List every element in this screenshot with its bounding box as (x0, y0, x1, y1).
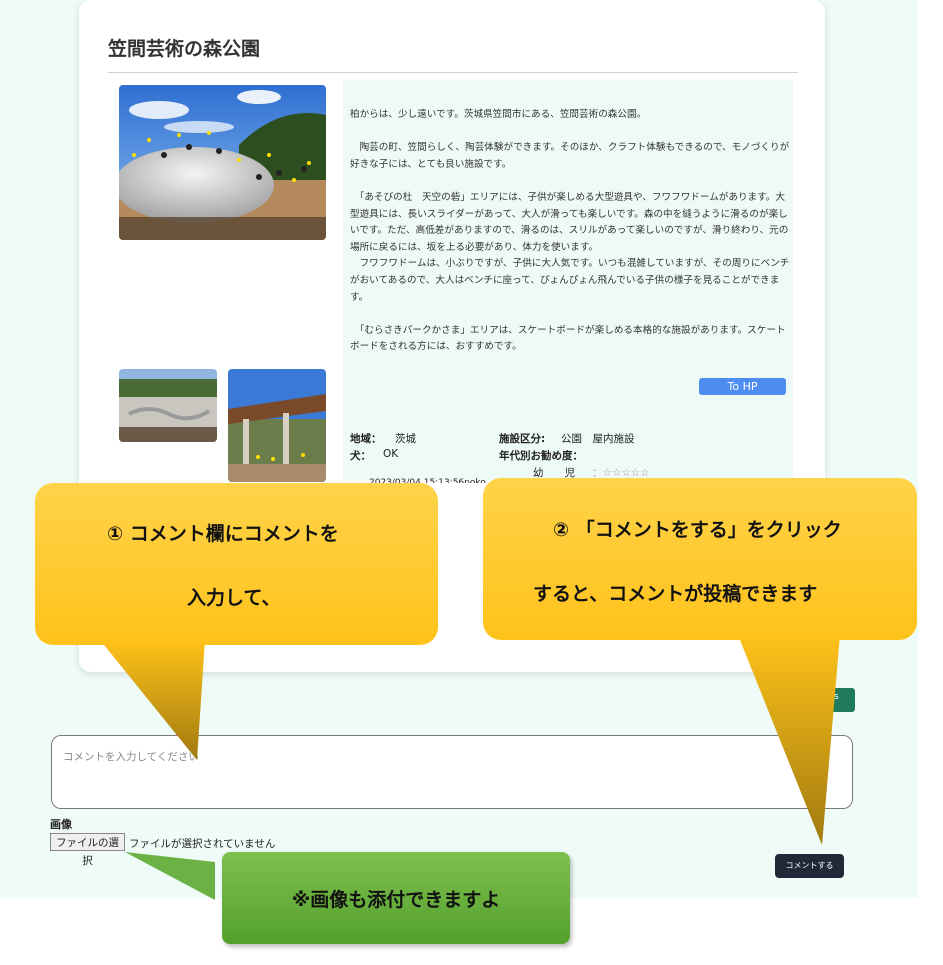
facility-label: 施設区分: (499, 433, 546, 445)
homepage-button[interactable]: To HP (699, 378, 786, 395)
park-photo-main[interactable] (119, 85, 326, 240)
title-divider (108, 72, 798, 73)
file-select-button[interactable]: ファイルの選択 (50, 833, 125, 867)
region-value: 茨城 (395, 433, 416, 445)
page-title: 笠間芸術の森公園 (108, 38, 261, 60)
callout-enter-comment: ① コメント欄にコメントを 入力して、 (35, 483, 438, 645)
region-label: 地域： (350, 433, 382, 445)
callout-two-line1: ② 「コメントをする」をクリック (553, 519, 842, 541)
callout-click-submit: ② 「コメントをする」をクリック すると、コメントが投稿できます (483, 478, 917, 640)
dog-label: 犬： (350, 450, 371, 462)
park-photo-pergola[interactable] (228, 369, 326, 482)
facility-value: 公園 屋内施設 (561, 433, 635, 445)
file-status-text: ファイルが選択されていません (129, 838, 276, 850)
callout-one-line2: 入力して、 (187, 587, 281, 609)
age-rating-label: 年代別お勧め度： (499, 450, 583, 462)
dog-value: OK (383, 448, 399, 460)
callout-image-note: ※画像も添付できますよ (222, 852, 570, 944)
comment-input[interactable]: コメントを入力してください (51, 735, 853, 809)
park-description: 柏からは、少し遠いです。茨城県笠間市にある、笠間芸術の森公園。 陶芸の町、笠間ら… (350, 109, 790, 353)
callout-one-line1: ① コメント欄にコメントを (107, 523, 339, 545)
park-photo-skatepark[interactable] (119, 369, 217, 442)
submit-comment-button[interactable]: コメントする (775, 854, 844, 878)
callout-image-note-text: ※画像も添付できますよ (291, 889, 501, 911)
partial-green-button[interactable]: s (830, 688, 855, 712)
comment-placeholder: コメントを入力してください (63, 751, 199, 763)
callout-two-line2: すると、コメントが投稿できます (533, 583, 818, 605)
image-label: 画像 (50, 818, 72, 831)
